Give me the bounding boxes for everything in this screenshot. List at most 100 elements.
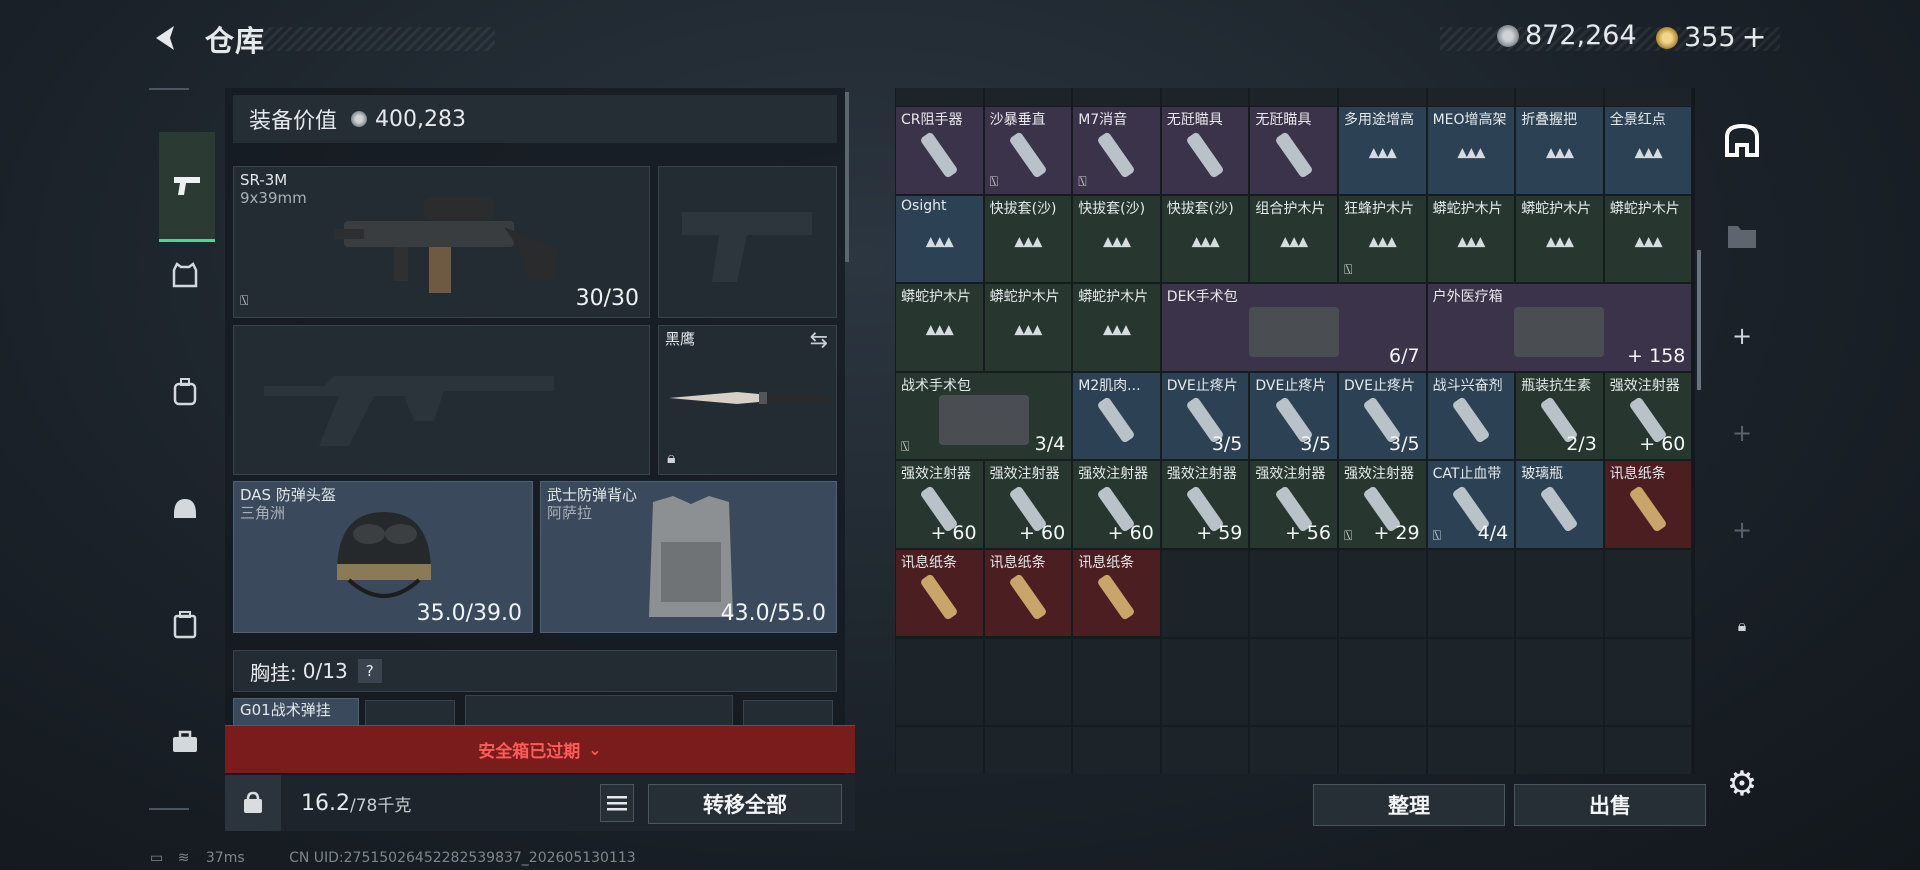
empty-grid-cell[interactable] <box>1249 88 1338 107</box>
grid-item[interactable]: 讯息纸条 <box>1603 460 1693 549</box>
grid-item[interactable]: 蟒蛇护木片 ▲▲▲ <box>895 283 984 372</box>
empty-grid-cell[interactable] <box>895 637 984 726</box>
secondary-weapon-slot[interactable] <box>233 325 650 475</box>
transfer-all-button[interactable]: 转移全部 <box>648 784 842 824</box>
rig-cell[interactable] <box>465 695 733 728</box>
empty-grid-cell[interactable] <box>1515 637 1604 726</box>
empty-grid-cell[interactable] <box>983 726 1073 774</box>
grid-item[interactable]: 战术手术包 ⍂ 3/4 <box>895 371 1073 460</box>
empty-grid-cell[interactable] <box>1249 637 1338 726</box>
grid-item[interactable]: 强效注射器 ⍂ + 29 <box>1338 460 1427 549</box>
add-tab-icon[interactable]: + <box>1722 316 1762 356</box>
grid-item[interactable]: 蟒蛇护木片 ▲▲▲ <box>1426 194 1516 283</box>
empty-grid-cell[interactable] <box>1160 88 1250 107</box>
empty-grid-cell[interactable] <box>1426 549 1516 638</box>
helmet-slot[interactable]: DAS 防弹头盔 三角洲 35.0/39.0 <box>233 481 533 633</box>
settings-gear-icon[interactable]: ⚙ <box>1722 764 1762 804</box>
sell-button[interactable]: 出售 <box>1514 784 1706 826</box>
grid-item[interactable]: 强效注射器 + 60 <box>1072 460 1161 549</box>
grid-item[interactable]: 玻璃瓶 <box>1515 460 1604 549</box>
empty-grid-cell[interactable] <box>1426 726 1516 774</box>
add-tab-icon[interactable]: + <box>1722 510 1762 550</box>
grid-item[interactable]: 全景红点 ▲▲▲ <box>1603 106 1693 195</box>
backpack-icon[interactable] <box>165 372 205 412</box>
empty-grid-cell[interactable] <box>1072 88 1161 107</box>
rig-cell[interactable] <box>365 700 455 728</box>
empty-grid-cell[interactable] <box>1515 726 1604 774</box>
grid-item[interactable]: DVE止疼片 3/5 <box>1249 371 1338 460</box>
grid-item[interactable]: 折叠握把 ▲▲▲ <box>1515 106 1604 195</box>
empty-grid-cell[interactable] <box>895 726 984 774</box>
pistol-icon[interactable] <box>159 132 215 242</box>
grid-item[interactable]: 快拔套(沙) ▲▲▲ <box>983 194 1073 283</box>
folder-tab-icon[interactable] <box>1722 216 1762 256</box>
grid-scrollbar[interactable] <box>1697 250 1701 390</box>
empty-grid-cell[interactable] <box>1603 726 1693 774</box>
empty-grid-cell[interactable] <box>1426 637 1516 726</box>
grid-item[interactable]: 讯息纸条 <box>1072 548 1161 637</box>
empty-grid-cell[interactable] <box>1603 549 1693 638</box>
empty-grid-cell[interactable] <box>1338 637 1427 726</box>
grid-item[interactable]: 蟒蛇护木片 ▲▲▲ <box>1603 194 1693 283</box>
vest-icon[interactable] <box>165 255 205 295</box>
primary-weapon-slot[interactable]: SR-3M 9x39mm ⍂ 30/30 <box>233 166 650 318</box>
empty-grid-cell[interactable] <box>1249 549 1338 638</box>
grid-item[interactable]: 强效注射器 + 59 <box>1160 460 1250 549</box>
help-icon[interactable]: ? <box>357 659 382 683</box>
grid-item[interactable]: 无瓩瞄具 <box>1249 106 1338 195</box>
grid-item[interactable]: 无瓩瞄具 <box>1160 106 1250 195</box>
grid-item[interactable]: 强效注射器 + 56 <box>1249 460 1338 549</box>
empty-grid-cell[interactable] <box>1160 637 1250 726</box>
sort-button[interactable]: 整理 <box>1313 784 1505 826</box>
grid-item[interactable]: 快拔套(沙) ▲▲▲ <box>1072 194 1161 283</box>
empty-grid-cell[interactable] <box>1338 88 1427 107</box>
grid-item[interactable]: 狂蜂护木片 ▲▲▲ ⍂ <box>1338 194 1427 283</box>
empty-grid-cell[interactable] <box>983 637 1073 726</box>
grid-item[interactable]: 讯息纸条 <box>895 548 984 637</box>
grid-item[interactable]: 讯息纸条 <box>983 548 1073 637</box>
grid-item[interactable]: DVE止疼片 3/5 <box>1160 371 1250 460</box>
grid-item[interactable]: Osight ▲▲▲ <box>895 194 984 283</box>
empty-grid-cell[interactable] <box>1338 549 1427 638</box>
empty-grid-cell[interactable] <box>983 88 1073 107</box>
melee-slot[interactable]: 黑鹰 ⇆ 🔒︎ <box>658 325 837 475</box>
empty-grid-cell[interactable] <box>1072 637 1161 726</box>
add-currency-button[interactable]: + <box>1742 20 1767 55</box>
armor-slot[interactable]: 武士防弹背心 阿萨拉 43.0/55.0 <box>540 481 837 633</box>
grid-item[interactable]: 蟒蛇护木片 ▲▲▲ <box>983 283 1073 372</box>
empty-grid-cell[interactable] <box>1072 726 1161 774</box>
grid-item[interactable]: 快拔套(沙) ▲▲▲ <box>1160 194 1250 283</box>
chest-rig-bar[interactable]: 胸挂: 0/13 ? <box>233 650 837 692</box>
empty-grid-cell[interactable] <box>1160 726 1250 774</box>
empty-grid-cell[interactable] <box>1603 88 1693 107</box>
grid-item[interactable]: 户外医疗箱 + 158 <box>1426 283 1693 372</box>
empty-grid-cell[interactable] <box>1249 726 1338 774</box>
rig-cell[interactable] <box>743 700 833 728</box>
empty-grid-cell[interactable] <box>895 88 984 107</box>
safebox-expired-banner[interactable]: 安全箱已过期 ⌄ <box>225 725 855 773</box>
back-arrow-icon[interactable] <box>148 20 184 56</box>
grid-item[interactable]: CR阻手器 <box>895 106 984 195</box>
left-scrollbar[interactable] <box>845 92 849 262</box>
empty-grid-cell[interactable] <box>1603 637 1693 726</box>
empty-grid-cell[interactable] <box>1515 549 1604 638</box>
grid-item[interactable]: 组合护木片 ▲▲▲ <box>1249 194 1338 283</box>
add-tab-icon[interactable]: + <box>1722 413 1762 453</box>
toolbox-icon[interactable] <box>165 722 205 762</box>
case-icon[interactable] <box>165 605 205 645</box>
grid-item[interactable]: MEO增高架 ▲▲▲ <box>1426 106 1516 195</box>
empty-grid-cell[interactable] <box>1426 88 1516 107</box>
grid-item[interactable]: DEK手术包 6/7 <box>1160 283 1427 372</box>
list-view-button[interactable] <box>600 784 634 822</box>
grid-item[interactable]: 蟒蛇护木片 ▲▲▲ <box>1515 194 1604 283</box>
grid-item[interactable]: 瓶装抗生素 2/3 <box>1515 371 1604 460</box>
grid-item[interactable]: 战斗兴奋剂 <box>1426 371 1516 460</box>
pistol-slot[interactable] <box>658 166 837 318</box>
empty-grid-cell[interactable] <box>1160 549 1250 638</box>
grid-item[interactable]: M7消音 ⍂ <box>1072 106 1161 195</box>
grid-item[interactable]: 沙暴垂直 ⍂ <box>983 106 1073 195</box>
grid-item[interactable]: 强效注射器 + 60 <box>895 460 984 549</box>
helmet-icon[interactable] <box>165 488 205 528</box>
rig-slot[interactable]: G01战术弹挂 <box>233 698 359 728</box>
stash-tab-icon[interactable] <box>1722 120 1762 160</box>
